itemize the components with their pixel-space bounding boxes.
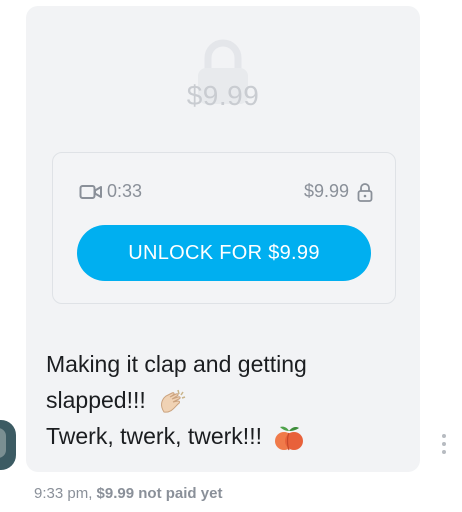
- message-line: slapped!!!: [46, 387, 146, 413]
- footer-price: $9.99: [96, 485, 135, 502]
- more-options-icon[interactable]: [441, 434, 447, 458]
- message-text: Making it clap and getting slapped!!! Tw…: [46, 346, 406, 454]
- message-line-3: Twerk, twerk, twerk!!!: [46, 418, 406, 454]
- clapping-hands-icon: [161, 389, 186, 413]
- message-time: 9:33 pm,: [34, 485, 93, 502]
- blurred-price: $9.99: [186, 80, 260, 111]
- unlock-button[interactable]: UNLOCK FOR $9.99: [77, 225, 371, 281]
- peach-icon: [275, 426, 304, 451]
- price-info: $9.99: [304, 181, 373, 202]
- video-camera-icon: [79, 184, 102, 199]
- message-line: Twerk, twerk, twerk!!!: [46, 423, 262, 449]
- sender-avatar[interactable]: [0, 420, 16, 470]
- video-info: 0:33: [79, 181, 142, 202]
- lock-icon: [357, 182, 373, 202]
- locked-media-preview: $9.99 0:33 $9.99 UNLOCK FOR $9.99: [26, 6, 420, 332]
- message-line: Making it clap and getting: [46, 351, 307, 377]
- payment-status: not paid yet: [138, 485, 223, 502]
- price-label: $9.99: [303, 181, 349, 201]
- message-footer: 9:33 pm, $9.99 not paid yet: [34, 485, 222, 502]
- message-line-2: slapped!!!: [46, 382, 406, 418]
- message-card: $9.99 0:33 $9.99 UNLOCK FOR $9.99 Making…: [26, 6, 420, 472]
- unlock-panel: 0:33 $9.99 UNLOCK FOR $9.99: [52, 152, 396, 304]
- video-duration: 0:33: [107, 181, 143, 201]
